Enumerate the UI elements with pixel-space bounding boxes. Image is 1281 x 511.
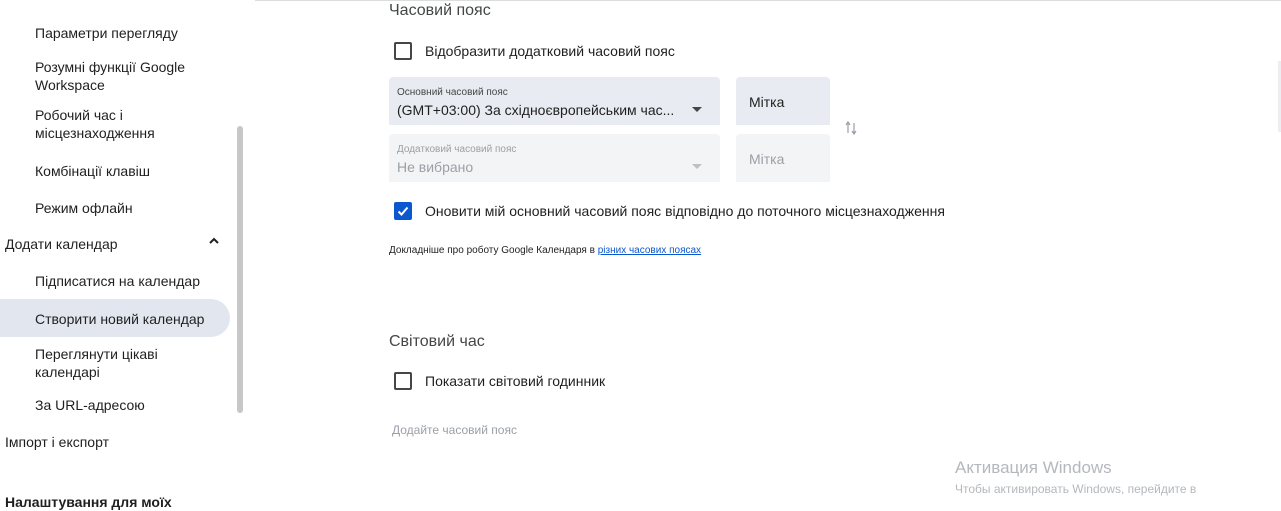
- sidebar-item-label: Переглянути цікаві календарі: [35, 346, 158, 380]
- world-clock-section-title: Світовий час: [389, 333, 485, 350]
- sidebar-item-working-hours[interactable]: Робочий час і місцезнаходження: [0, 106, 190, 142]
- primary-timezone-tag-text: Мітка: [749, 94, 785, 110]
- sidebar-item-browse-calendars[interactable]: Переглянути цікаві календарі: [0, 345, 190, 381]
- show-secondary-timezone-label: Відобразити додатковий часовий пояс: [425, 43, 675, 59]
- timezone-section-title: Часовий пояс: [389, 2, 491, 19]
- sidebar-item-subscribe[interactable]: Підписатися на календар: [0, 272, 230, 290]
- sidebar-item-label: Підписатися на календар: [35, 273, 200, 289]
- timezone-help-note: Докладніше про роботу Google Календаря в…: [389, 245, 701, 256]
- timezone-help-link[interactable]: різних часових поясах: [598, 245, 701, 256]
- secondary-timezone-value: Не вибрано: [397, 159, 474, 175]
- show-world-clock-checkbox[interactable]: [394, 372, 412, 390]
- sidebar-item-label: Режим офлайн: [35, 200, 133, 216]
- sidebar-section-add-calendar[interactable]: Додати календар: [0, 235, 230, 253]
- sidebar-item-label: Параметри перегляду: [35, 25, 178, 41]
- sidebar-item-view-options[interactable]: Параметри перегляду: [0, 24, 230, 42]
- secondary-timezone-select[interactable]: Додатковий часовий пояс Не вибрано: [389, 134, 720, 182]
- sidebar-item-smart-features[interactable]: Розумні функції Google Workspace: [0, 58, 200, 94]
- add-timezone-button[interactable]: Додайте часовий пояс: [392, 423, 517, 437]
- show-world-clock-label: Показати світовий годинник: [425, 373, 606, 389]
- sidebar-section-import-export[interactable]: Імпорт і експорт: [0, 433, 230, 451]
- sidebar-item-label: Створити новий календар: [35, 311, 205, 327]
- sidebar-item-label: Комбінації клавіш: [35, 163, 150, 179]
- dropdown-arrow-icon: [692, 157, 702, 175]
- windows-activation-subtitle: Чтобы активировать Windows, перейдите в: [955, 482, 1197, 496]
- update-timezone-checkbox[interactable]: [394, 202, 412, 220]
- show-secondary-timezone-checkbox[interactable]: [394, 42, 412, 60]
- sidebar-item-from-url[interactable]: За URL-адресою: [0, 396, 230, 414]
- secondary-timezone-caption: Додатковий часовий пояс: [397, 144, 517, 155]
- settings-sidebar: Параметри перегляду Розумні функції Goog…: [0, 0, 245, 511]
- sidebar-scrollbar[interactable]: [237, 126, 243, 413]
- secondary-timezone-tag-text: Мітка: [749, 151, 785, 167]
- primary-timezone-value: (GMT+03:00) За східноєвропейським час...: [397, 102, 675, 118]
- dropdown-arrow-icon: [692, 100, 702, 118]
- sidebar-item-create-calendar[interactable]: Створити новий календар: [0, 299, 230, 337]
- primary-timezone-select[interactable]: Основний часовий пояс (GMT+03:00) За схі…: [389, 77, 720, 125]
- sidebar-section-label: Додати календар: [5, 236, 118, 252]
- sidebar-section-my-settings[interactable]: Налаштування для моїх: [0, 493, 230, 511]
- sidebar-item-label: Робочий час і місцезнаходження: [35, 107, 155, 141]
- primary-timezone-caption: Основний часовий пояс: [397, 87, 508, 98]
- sidebar-item-label: Розумні функції Google Workspace: [35, 59, 186, 93]
- primary-timezone-label-input[interactable]: Мітка: [736, 77, 830, 125]
- update-timezone-label: Оновити мій основний часовий пояс відпов…: [425, 203, 945, 219]
- sidebar-item-label: За URL-адресою: [35, 397, 145, 413]
- chevron-up-icon: [208, 235, 220, 247]
- sidebar-item-keyboard-shortcuts[interactable]: Комбінації клавіш: [0, 162, 230, 180]
- secondary-timezone-label-input[interactable]: Мітка: [736, 134, 830, 182]
- swap-timezones-icon[interactable]: [845, 120, 857, 139]
- sidebar-item-offline[interactable]: Режим офлайн: [0, 199, 230, 217]
- sidebar-section-label: Імпорт і експорт: [5, 434, 109, 450]
- timezone-help-text: Докладніше про роботу Google Календаря в: [389, 245, 598, 256]
- windows-activation-title: Активация Windows: [955, 458, 1112, 477]
- top-divider: [255, 0, 1281, 1]
